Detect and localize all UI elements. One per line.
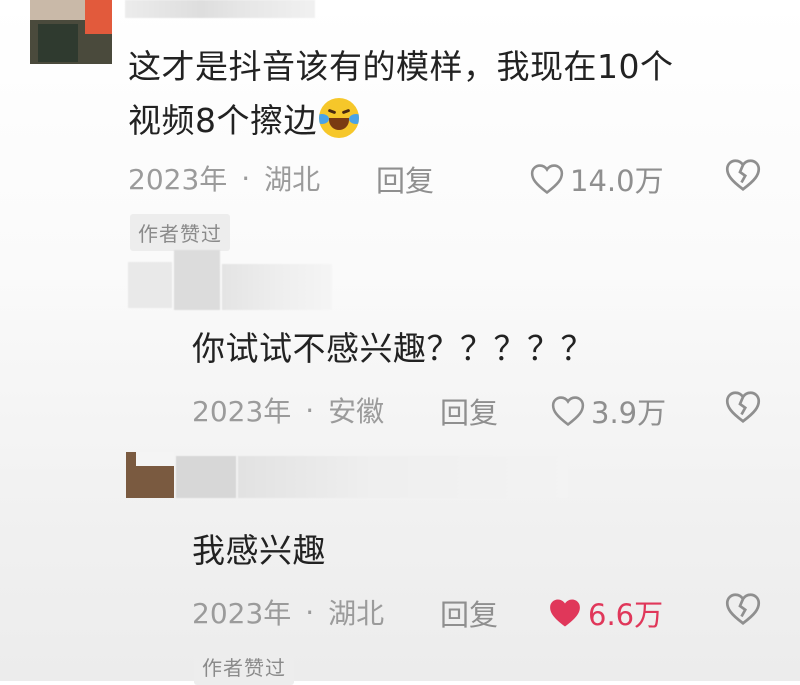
heart-outline-icon <box>551 396 585 427</box>
like-count: 14.0万 <box>570 164 664 198</box>
username-redacted <box>238 456 568 498</box>
like-count: 6.6万 <box>588 598 664 632</box>
reply-button[interactable]: 回复 <box>440 592 498 634</box>
like-button[interactable]: 3.9万 <box>551 390 666 432</box>
avatar[interactable] <box>126 452 174 498</box>
dislike-button[interactable] <box>725 390 761 428</box>
author-liked-badge: 作者赞过 <box>130 214 230 251</box>
comment-meta: 2023年 · 安徽 <box>192 390 384 430</box>
heart-outline-icon <box>530 164 564 195</box>
comment-meta: 2023年 · 湖北 <box>192 592 384 632</box>
reply-button[interactable]: 回复 <box>376 158 434 200</box>
username-redacted <box>125 0 315 18</box>
comment-meta: 2023年 · 湖北 <box>128 158 320 198</box>
avatar[interactable] <box>30 0 112 64</box>
avatar-redacted[interactable] <box>128 262 172 308</box>
username-redacted <box>176 456 236 498</box>
reply-button[interactable]: 回复 <box>440 390 498 432</box>
username-redacted <box>222 264 332 310</box>
meta-separator: · <box>305 595 315 629</box>
like-button[interactable]: 6.6万 <box>548 592 663 634</box>
comment-text: 你试试不感兴趣？？？？？ <box>192 329 594 368</box>
comment-location: 安徽 <box>328 395 385 428</box>
laughing-crying-emoji-icon <box>319 98 359 138</box>
comment-location: 湖北 <box>264 163 321 196</box>
comment-text: 我感兴趣 <box>192 531 326 570</box>
broken-heart-icon <box>725 159 761 191</box>
dislike-button[interactable] <box>725 592 761 630</box>
comment-year: 2023年 <box>192 597 292 630</box>
comment-text: 这才是抖音该有的模样，我现在10个 视频8个擦边 <box>128 47 674 140</box>
broken-heart-icon <box>725 391 761 423</box>
author-liked-badge: 作者赞过 <box>194 648 294 685</box>
meta-separator: · <box>305 393 315 427</box>
like-button[interactable]: 14.0万 <box>530 158 664 200</box>
comment-location: 湖北 <box>328 597 385 630</box>
heart-filled-icon <box>550 599 580 627</box>
meta-separator: · <box>241 161 251 195</box>
dislike-button[interactable] <box>725 158 761 196</box>
comment-year: 2023年 <box>128 163 228 196</box>
broken-heart-icon <box>725 593 761 625</box>
username-redacted <box>174 250 220 310</box>
like-count: 3.9万 <box>591 396 667 430</box>
comment-year: 2023年 <box>192 395 292 428</box>
